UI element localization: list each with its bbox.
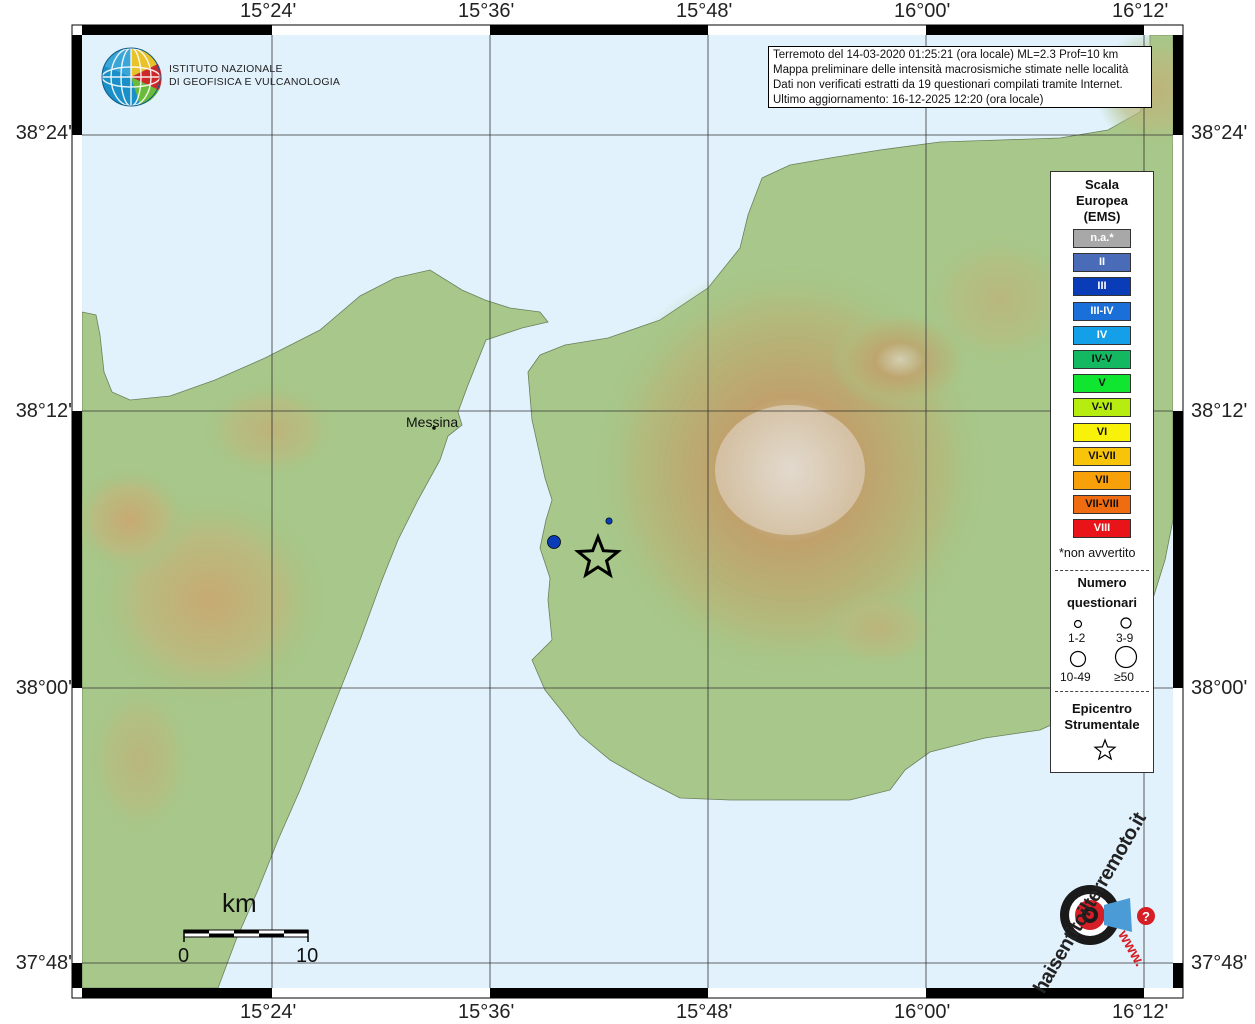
legend-separator-2 — [1055, 691, 1149, 692]
ingv-logo-line2: DI GEOFISICA E VULCANOLOGIA — [169, 76, 341, 88]
legend-swatch-2: III — [1073, 277, 1131, 297]
legend-count-symbol-2 — [1120, 617, 1132, 629]
legend-count-title-line2: questionari — [1066, 595, 1138, 610]
legend-count-symbols — [1069, 617, 1138, 669]
legend-swatch-6: V — [1073, 374, 1131, 394]
ingv-globe-icon — [101, 47, 162, 107]
event-info-line1: Terremoto del 14-03-2020 01:25:21 (ora l… — [773, 49, 1119, 61]
ingv-logo-text: ISTITUTO NAZIONALE DI GEOFISICA E VULCAN… — [169, 63, 340, 89]
legend-count-range-4: ≥50 — [1114, 670, 1134, 684]
legend-epicenter-star-icon — [1093, 738, 1117, 761]
legend-epicenter-title-line1: Epicentro — [1072, 701, 1132, 716]
legend-swatch-12: VIII — [1073, 519, 1131, 539]
legend-swatch-7: V-VI — [1073, 398, 1131, 418]
legend-title-line1: Scala — [1085, 177, 1119, 192]
legend-title-line3: (EMS) — [1083, 209, 1121, 224]
legend-count-title-line1: Numero — [1077, 575, 1127, 590]
legend-swatch-0: n.a.* — [1073, 229, 1131, 248]
legend-swatch-5: IV-V — [1073, 350, 1131, 369]
legend-count-symbol-4 — [1114, 645, 1138, 669]
legend-swatch-10: VII — [1073, 471, 1131, 490]
scale-bar-start: 0 — [178, 945, 190, 967]
legend-epicenter-title-line2: Strumentale — [1064, 717, 1140, 732]
legend-swatch-3: III-IV — [1073, 301, 1131, 321]
ingv-logo-line1: ISTITUTO NAZIONALE — [169, 63, 283, 75]
legend-swatch-8: VI — [1073, 422, 1131, 442]
legend-panel: Scala Europea (EMS) n.a.* II III III-IV IV IV… — [1050, 171, 1154, 773]
legend-count-symbol-1 — [1073, 619, 1083, 629]
intensity-point-iii-small[interactable] — [605, 517, 613, 525]
legend-count-symbol-3 — [1069, 650, 1087, 668]
place-label-messina: Messina — [406, 414, 459, 430]
legend-count-range-1: 1-2 — [1068, 631, 1086, 645]
intensity-point-iii-large[interactable] — [547, 535, 561, 549]
event-info-line2: Mappa preliminare delle intensità macros… — [773, 64, 1129, 76]
legend-title-line2: Europea — [1075, 193, 1128, 208]
legend-not-felt-note: *non avvertito — [1059, 546, 1136, 560]
legend-count-range-3: 10-49 — [1060, 670, 1091, 684]
event-info-box: Terremoto del 14-03-2020 01:25:21 (ora l… — [768, 46, 1152, 108]
event-info-line4: Ultimo aggiornamento: 16-12-2025 12:20 (… — [773, 94, 1044, 106]
legend-swatch-9: VI-VII — [1073, 446, 1131, 466]
scale-bar-unit: km — [222, 888, 257, 918]
svg-text:?: ? — [1142, 909, 1150, 924]
event-info-line3: Dati non verificati estratti da 19 quest… — [773, 79, 1123, 91]
legend-separator-1 — [1055, 570, 1149, 571]
scale-bar-end: 10 — [296, 945, 319, 967]
legend-count-range-2: 3-9 — [1116, 631, 1134, 645]
legend-swatch-11: VII-VIII — [1073, 495, 1131, 515]
legend-swatch-4: IV — [1073, 325, 1131, 345]
legend-swatch-1: II — [1073, 253, 1131, 273]
